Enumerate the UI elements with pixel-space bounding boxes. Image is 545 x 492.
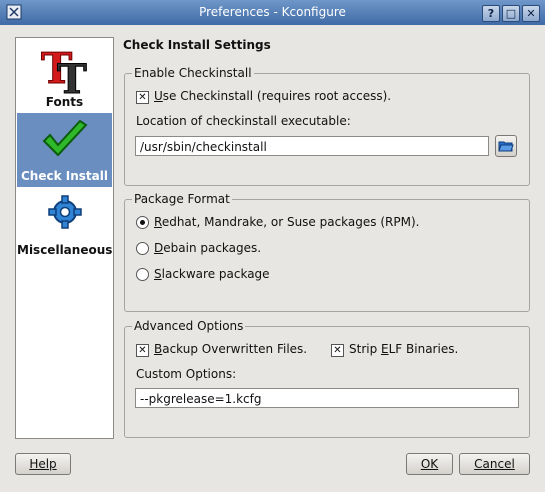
rpm-radio[interactable]: [136, 216, 149, 229]
gear-icon: [48, 195, 82, 229]
checkmark-icon: [42, 119, 88, 157]
sidebar-item-miscellaneous[interactable]: Miscellaneous: [17, 187, 112, 261]
strip-elf-checkbox[interactable]: ✕: [331, 344, 344, 357]
advanced-options-group: Advanced Options ✕ Backup Overwritten Fi…: [124, 319, 530, 438]
custom-options-label: Custom Options:: [136, 367, 237, 381]
slackware-radio[interactable]: [136, 268, 149, 281]
backup-label[interactable]: Backup Overwritten Files.: [154, 342, 307, 356]
sidebar-item-label: Check Install: [21, 169, 108, 183]
backup-checkbox[interactable]: ✕: [136, 344, 149, 357]
enable-checkinstall-group: Enable Checkinstall ✕ Use Checkinstall (…: [124, 66, 530, 186]
help-title-button[interactable]: ?: [482, 5, 500, 22]
debian-label[interactable]: Debain packages.: [154, 241, 261, 255]
ok-button[interactable]: OK: [406, 453, 453, 475]
debian-radio[interactable]: [136, 242, 149, 255]
sidebar-item-label: Miscellaneous: [17, 243, 113, 257]
title-bar[interactable]: Preferences - Kconfigure ? □ ✕: [0, 0, 545, 25]
sidebar-item-label: Fonts: [45, 95, 84, 109]
sidebar-item-check-install[interactable]: Check Install: [17, 113, 112, 187]
close-button[interactable]: ✕: [522, 5, 540, 22]
svg-text:T: T: [57, 56, 87, 95]
cancel-button[interactable]: Cancel: [459, 453, 530, 475]
rpm-label[interactable]: Redhat, Mandrake, or Suse packages (RPM)…: [154, 215, 419, 229]
use-checkinstall-label[interactable]: Use Checkinstall (requires root access).: [154, 89, 391, 103]
category-sidebar: T T Fonts Check Install Miscellaneous: [15, 37, 114, 439]
open-folder-icon: [498, 141, 514, 152]
group-legend: Enable Checkinstall: [132, 66, 254, 80]
group-legend: Advanced Options: [132, 319, 246, 333]
fonts-icon: T T: [41, 44, 88, 96]
preferences-window: Preferences - Kconfigure ? □ ✕ T T Fonts…: [0, 0, 545, 492]
browse-button[interactable]: [495, 135, 517, 157]
window-title: Preferences - Kconfigure: [199, 5, 346, 19]
group-legend: Package Format: [132, 192, 232, 206]
slackware-label[interactable]: Slackware package: [154, 267, 270, 281]
custom-options-input[interactable]: --pkgrelease=1.kcfg: [135, 388, 519, 408]
package-format-group: Package Format Redhat, Mandrake, or Suse…: [124, 192, 530, 312]
location-label: Location of checkinstall executable:: [136, 114, 351, 128]
page-title: Check Install Settings: [123, 38, 271, 52]
help-button[interactable]: Help: [15, 453, 71, 475]
location-input[interactable]: /usr/sbin/checkinstall: [135, 136, 489, 156]
maximize-button[interactable]: □: [502, 5, 520, 22]
strip-elf-label[interactable]: Strip ELF Binaries.: [349, 342, 458, 356]
use-checkinstall-checkbox[interactable]: ✕: [136, 91, 149, 104]
sidebar-item-fonts[interactable]: T T Fonts: [17, 39, 112, 113]
